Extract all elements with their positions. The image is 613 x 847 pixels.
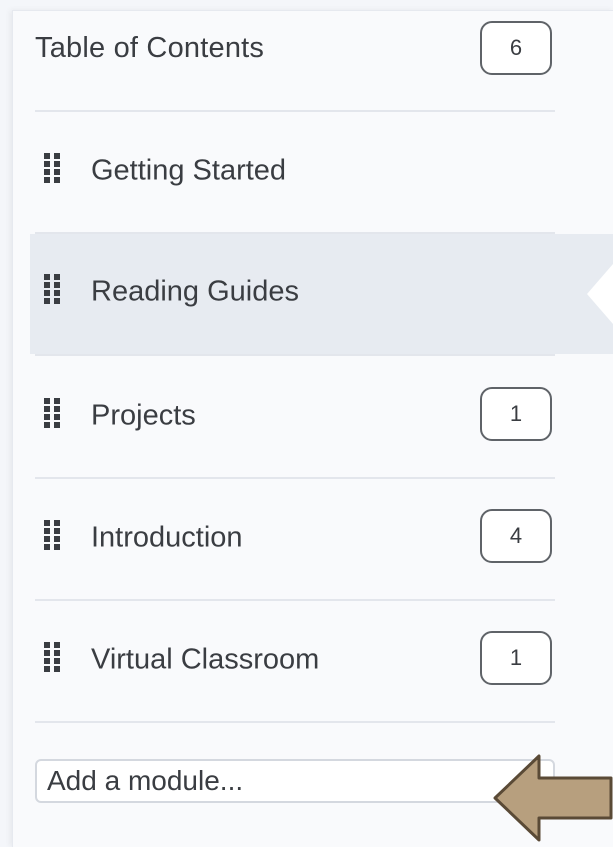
selection-notch-icon (587, 264, 613, 324)
toc-header[interactable]: Table of Contents 6 (35, 10, 555, 110)
module-label: Projects (91, 399, 196, 432)
toc-title[interactable]: Table of Contents (35, 32, 264, 65)
divider (35, 721, 555, 723)
drag-handle-icon[interactable] (44, 153, 60, 183)
toc-count-badge: 6 (480, 21, 552, 75)
module-count-badge: 1 (480, 387, 552, 441)
module-label: Virtual Classroom (91, 643, 320, 676)
add-module-input[interactable] (35, 759, 555, 803)
arrow-left-icon (493, 754, 613, 842)
module-count-badge: 1 (480, 631, 552, 685)
divider (35, 354, 555, 356)
module-count-badge: 4 (480, 509, 552, 563)
module-item-introduction[interactable]: Introduction 4 (35, 492, 555, 612)
module-label: Reading Guides (91, 275, 299, 308)
drag-handle-icon[interactable] (44, 274, 60, 304)
module-item-virtual-classroom[interactable]: Virtual Classroom 1 (35, 614, 555, 734)
divider (35, 477, 555, 479)
module-item-getting-started[interactable]: Getting Started (35, 125, 555, 245)
divider (35, 599, 555, 601)
drag-handle-icon[interactable] (44, 398, 60, 428)
module-label: Getting Started (91, 154, 287, 187)
module-label: Introduction (91, 521, 243, 554)
module-item-projects[interactable]: Projects 1 (35, 370, 555, 490)
drag-handle-icon[interactable] (44, 642, 60, 672)
divider (35, 110, 555, 112)
drag-handle-icon[interactable] (44, 520, 60, 550)
module-item-reading-guides[interactable]: Reading Guides (30, 234, 613, 354)
